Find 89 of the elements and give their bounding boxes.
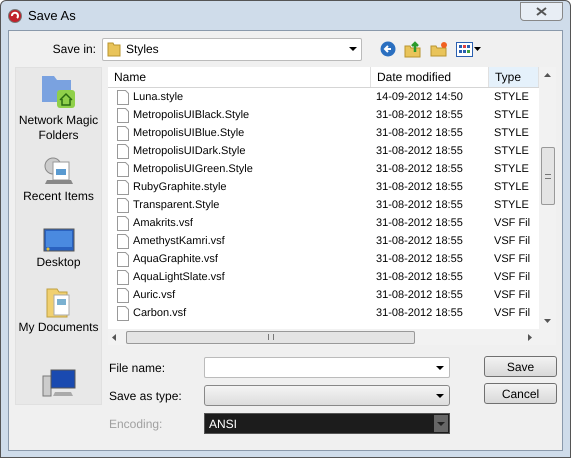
window-title: Save As	[28, 6, 76, 25]
dropdown-arrow-icon	[435, 394, 445, 398]
date-cell-text: 31-08-2012 18:55	[376, 144, 463, 159]
save-in-label: Save in:	[52, 41, 97, 58]
type-cell-text: VSF Fil	[494, 270, 530, 285]
folder-name: Styles	[126, 41, 160, 58]
type-cell-text: STYLE	[494, 162, 529, 177]
date-cell-text: 31-08-2012 18:55	[376, 216, 463, 231]
file-name[interactable]: MetropolisUIBlack.Style	[133, 106, 250, 124]
place-item[interactable]: Desktop	[16, 208, 101, 274]
type-cell-text: STYLE	[494, 108, 529, 123]
dropdown-arrow-icon	[349, 47, 357, 51]
file-icon	[117, 252, 129, 266]
file-icon	[117, 126, 129, 140]
close-button[interactable]	[520, 2, 563, 21]
date-cell-text: 14-09-2012 14:50	[376, 90, 463, 105]
file-name-field[interactable]	[204, 357, 450, 378]
scroll-right-icon	[528, 334, 532, 340]
file-icon	[117, 234, 129, 248]
type-cell-text: STYLE	[494, 126, 529, 141]
folder-documents-icon	[44, 286, 72, 319]
file-icon	[117, 216, 129, 230]
file-icon	[117, 90, 129, 104]
field-label: File name:	[109, 360, 166, 376]
file-name[interactable]: RubyGraphite.style	[133, 178, 227, 196]
date-cell-text: 31-08-2012 18:55	[376, 288, 463, 303]
date-cell-text: 31-08-2012 18:55	[376, 270, 463, 285]
dialog-button[interactable]: Cancel	[484, 383, 557, 404]
file-icon	[117, 144, 129, 158]
dropdown-arrow-icon	[435, 366, 445, 370]
date-cell-text: 31-08-2012 18:55	[376, 108, 463, 123]
dialog-button[interactable]: Save	[484, 356, 557, 377]
type-dropdown[interactable]	[204, 385, 450, 406]
type-cell-text: VSF Fil	[494, 288, 530, 303]
place-item[interactable]: My Documents	[16, 274, 101, 339]
file-name[interactable]: Amakrits.vsf	[133, 214, 193, 232]
file-name[interactable]: AquaGraphite.vsf	[133, 250, 218, 268]
close-icon	[536, 7, 547, 16]
file-name[interactable]: Luna.style	[133, 88, 184, 106]
file-name[interactable]: Carbon.vsf	[133, 304, 186, 322]
up-folder-icon[interactable]	[404, 40, 422, 58]
folder-dropdown[interactable]: Styles	[102, 38, 362, 60]
type-cell-text: VSF Fil	[494, 306, 530, 321]
date-cell-text: 31-08-2012 18:55	[376, 180, 463, 195]
dropdown-arrow-icon	[474, 47, 481, 51]
grid-view-icon	[456, 42, 473, 56]
file-icon	[117, 288, 129, 302]
view-menu-button[interactable]	[456, 42, 481, 56]
scroll-up-icon	[544, 73, 551, 77]
file-icon	[117, 180, 129, 194]
date-cell-text: 31-08-2012 18:55	[376, 252, 463, 267]
file-name[interactable]: Auric.vsf	[133, 286, 176, 304]
scroll-thumb[interactable]	[126, 330, 415, 344]
file-icon	[117, 162, 129, 176]
date-cell-text: 31-08-2012 18:55	[376, 198, 463, 213]
field-label: Encoding:	[109, 416, 164, 432]
scroll-down-icon	[544, 319, 551, 323]
type-cell-text: STYLE	[494, 180, 529, 195]
file-name[interactable]: MetropolisUIDark.Style	[133, 142, 246, 160]
back-icon[interactable]	[380, 41, 396, 57]
date-cell-text: 31-08-2012 18:55	[376, 234, 463, 249]
file-name[interactable]: Transparent.Style	[133, 196, 220, 214]
type-cell-text: STYLE	[494, 144, 529, 159]
file-icon	[117, 306, 129, 320]
place-item[interactable]: Network Magic Folders	[16, 72, 101, 143]
file-name[interactable]: MetropolisUIGreen.Style	[133, 160, 253, 178]
file-name[interactable]: AquaLightSlate.vsf	[133, 268, 225, 286]
file-icon	[117, 108, 129, 122]
file-icon	[117, 270, 129, 284]
date-cell-text: 31-08-2012 18:55	[376, 126, 463, 141]
type-cell-text: VSF Fil	[494, 216, 530, 231]
scroll-thumb[interactable]	[540, 147, 554, 205]
field-label: Save as type:	[109, 388, 183, 404]
type-cell-text: VSF Fil	[494, 252, 530, 267]
date-cell-text: 31-08-2012 18:55	[376, 162, 463, 177]
file-name[interactable]: MetropolisUIBlue.Style	[133, 124, 244, 142]
new-folder-icon[interactable]	[430, 41, 448, 57]
scroll-left-icon	[112, 334, 116, 340]
date-cell-text: 31-08-2012 18:55	[376, 306, 463, 321]
type-cell-text: STYLE	[494, 90, 529, 105]
place-item[interactable]: Recent Items	[16, 143, 101, 208]
monitor-icon	[42, 228, 74, 254]
column-header[interactable]: Type	[489, 67, 539, 87]
app-icon	[8, 8, 22, 22]
file-name[interactable]: AmethystKamri.vsf	[133, 232, 225, 250]
folder-icon	[107, 41, 121, 57]
type-cell-text: STYLE	[494, 198, 529, 213]
file-icon	[117, 198, 129, 212]
type-cell-text: VSF Fil	[494, 234, 530, 249]
